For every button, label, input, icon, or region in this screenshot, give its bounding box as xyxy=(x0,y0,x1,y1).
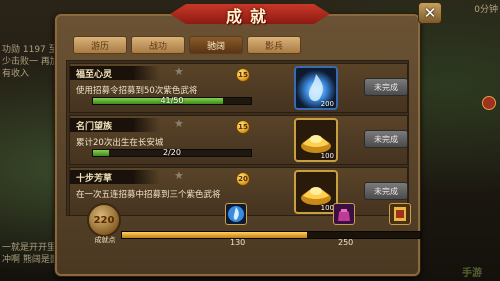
milestone-reward[interactable] xyxy=(333,203,355,225)
golden-scroll-icon xyxy=(394,207,406,221)
achievement-progress-text: 41/50 xyxy=(160,96,184,105)
close-icon: ✕ xyxy=(423,3,437,22)
status-button[interactable]: 未完成 xyxy=(364,182,408,200)
status-button[interactable]: 未完成 xyxy=(364,130,408,148)
points-label: 成就点 xyxy=(94,236,116,244)
title-banner: 成就 xyxy=(170,0,330,28)
close-button[interactable]: ✕ xyxy=(418,2,442,24)
points-progress-track xyxy=(121,231,421,239)
purple-bag-icon xyxy=(338,209,350,221)
achievement-row: 名门望族 ★ 15 累计20次出生在长安城 2/20 100 未完成 xyxy=(69,115,408,165)
achievement-name: 福至心灵 xyxy=(76,70,113,80)
tab-travel[interactable]: 游历 xyxy=(73,36,127,54)
watermark-logo: 手游 xyxy=(462,268,482,279)
achievement-name: 十步芳草 xyxy=(76,174,113,184)
points-badge: 220 xyxy=(87,203,121,237)
achievement-list[interactable]: 福至心灵 ★ 15 使用招募令招募到50次紫色武将 41/50 200 未完成 … xyxy=(66,60,409,216)
achievement-progress-text: 2/20 xyxy=(163,148,181,157)
background-timer-text: 0分钟 xyxy=(474,5,498,15)
milestone-value: 250 xyxy=(338,238,354,247)
achievement-description: 使用招募令招募到50次紫色武将 xyxy=(76,86,198,96)
points-coin-icon: 15 xyxy=(236,120,250,134)
points-coin-icon: 15 xyxy=(236,68,250,82)
milestone-reward[interactable] xyxy=(225,203,247,225)
status-button[interactable]: 未完成 xyxy=(364,78,408,96)
achievement-description: 累计20次出生在长安城 xyxy=(76,138,164,148)
achievement-description: 在一次五连招募中招募到三个紫色武将 xyxy=(76,190,221,200)
page-title: 成就 xyxy=(225,7,274,26)
star-icon: ★ xyxy=(174,117,184,130)
reward-item[interactable]: 100 xyxy=(294,118,338,162)
tab-battle-merit[interactable]: 战功 xyxy=(131,36,185,54)
milestone-value: 130 xyxy=(230,238,246,247)
achievement-row: 福至心灵 ★ 15 使用招募令招募到50次紫色武将 41/50 200 未完成 xyxy=(69,63,408,113)
reward-count: 100 xyxy=(320,152,334,160)
star-icon: ★ xyxy=(174,169,184,182)
reward-count: 200 xyxy=(320,100,334,108)
achievement-name: 名门望族 xyxy=(76,122,113,132)
star-icon: ★ xyxy=(174,65,184,78)
achievement-points-bar: 220 成就点 130 250 xyxy=(87,203,421,251)
points-coin-icon: 20 xyxy=(236,172,250,186)
background-left-text: 功勋 1197 至少击败一 再加有收入 xyxy=(2,45,59,79)
milestone-reward[interactable] xyxy=(389,203,411,225)
achievement-progress-bar: 41/50 xyxy=(92,96,252,105)
tab-shadow-soldier[interactable]: 影兵 xyxy=(247,36,301,54)
blue-token-icon xyxy=(228,206,244,222)
background-event-icon xyxy=(482,96,496,110)
achievement-progress-bar: 2/20 xyxy=(92,148,252,157)
reward-item[interactable]: 200 xyxy=(294,66,338,110)
tab-bar: 游历 战功 驰阔 影兵 xyxy=(73,36,301,54)
tab-recruit[interactable]: 驰阔 xyxy=(189,36,243,54)
